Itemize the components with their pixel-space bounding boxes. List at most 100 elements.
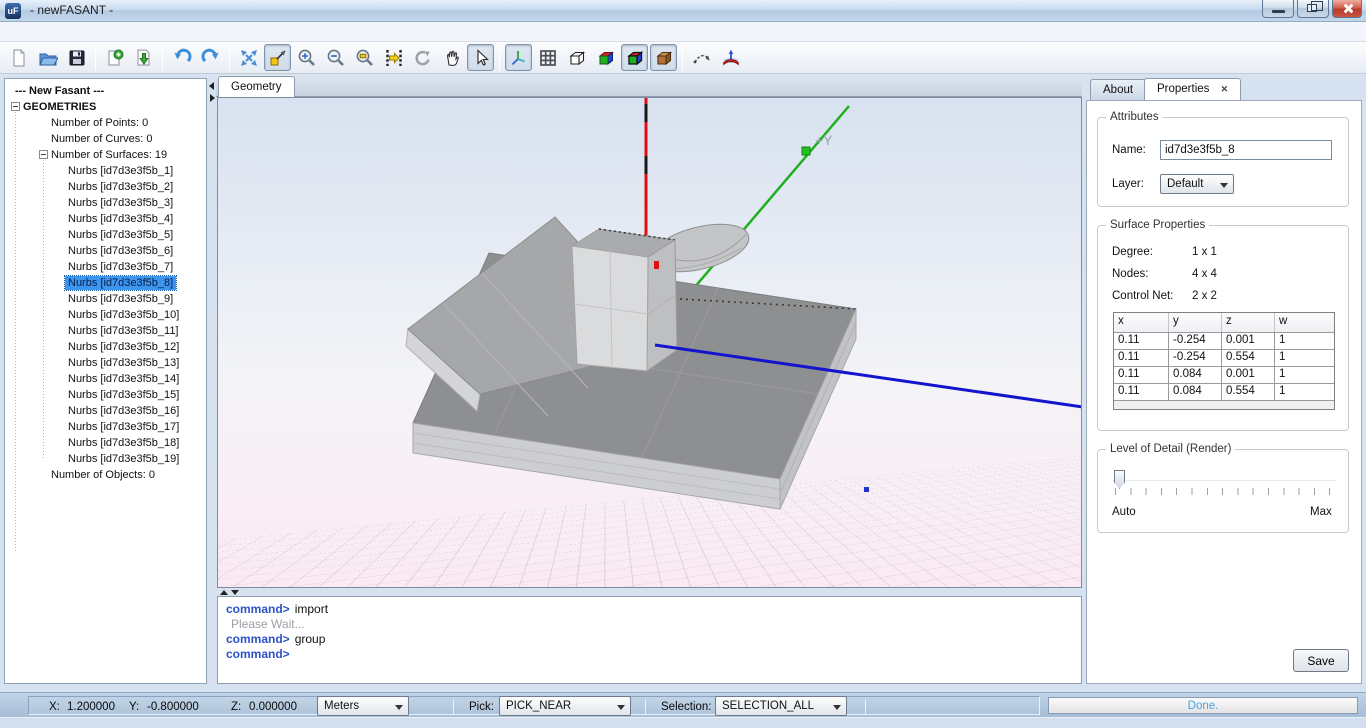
save-button[interactable]: Save: [1293, 649, 1349, 672]
tree-item-nurbs[interactable]: Nurbs [id7d3e3f5b_8]: [5, 275, 206, 291]
tab-geometry[interactable]: Geometry: [218, 76, 295, 98]
toolbar-separator: [229, 46, 230, 70]
col-x[interactable]: x: [1114, 313, 1169, 332]
viewport-3d[interactable]: +Y: [217, 97, 1082, 588]
import-icon[interactable]: [130, 44, 157, 71]
tree-item-nurbs[interactable]: Nurbs [id7d3e3f5b_6]: [5, 243, 206, 259]
close-button[interactable]: [1332, 0, 1362, 18]
tab-close-icon[interactable]: ✕: [1221, 84, 1229, 94]
save-icon[interactable]: [63, 44, 90, 71]
degree-value: 1 x 1: [1192, 246, 1217, 258]
tree-item-nurbs[interactable]: Nurbs [id7d3e3f5b_9]: [5, 291, 206, 307]
tree-item-nurbs[interactable]: Nurbs [id7d3e3f5b_1]: [5, 163, 206, 179]
tree-item-nurbs[interactable]: Nurbs [id7d3e3f5b_17]: [5, 419, 206, 435]
status-separator: [865, 699, 866, 714]
tree-item-nurbs[interactable]: Nurbs [id7d3e3f5b_19]: [5, 451, 206, 467]
units-select[interactable]: Meters: [317, 696, 409, 716]
table-row[interactable]: 0.11 -0.254 0.554 1: [1114, 350, 1334, 367]
add-geometry-icon[interactable]: [101, 44, 128, 71]
control-points-table[interactable]: x y z w 0.11 -0.254 0.001 1: [1113, 312, 1335, 410]
tree-item-nurbs[interactable]: Nurbs [id7d3e3f5b_10]: [5, 307, 206, 323]
expand-up-icon[interactable]: [220, 590, 228, 595]
textured-view-icon[interactable]: [650, 44, 677, 71]
new-file-icon[interactable]: [5, 44, 32, 71]
zoom-extents-icon[interactable]: [264, 44, 291, 71]
tree-item-nurbs[interactable]: Nurbs [id7d3e3f5b_12]: [5, 339, 206, 355]
wireframe-view-icon[interactable]: [563, 44, 590, 71]
tree-item-nurbs[interactable]: Nurbs [id7d3e3f5b_18]: [5, 435, 206, 451]
solid-view-icon[interactable]: [592, 44, 619, 71]
lod-slider-track[interactable]: [1112, 480, 1336, 481]
visibility-icon[interactable]: [380, 44, 407, 71]
pick-select[interactable]: PICK_NEAR: [499, 696, 631, 716]
restore-button[interactable]: [1297, 0, 1329, 18]
select-icon[interactable]: [467, 44, 494, 71]
menu-item[interactable]: [24, 30, 40, 34]
name-label: Name:: [1112, 144, 1146, 156]
pick-label: Pick:: [469, 701, 494, 713]
flat-view-icon[interactable]: [621, 44, 648, 71]
tab-properties[interactable]: Properties ✕: [1144, 78, 1241, 100]
zoom-out-icon[interactable]: [322, 44, 349, 71]
normals-icon[interactable]: [717, 44, 744, 71]
selection-select[interactable]: SELECTION_ALL: [715, 696, 847, 716]
menu-item[interactable]: [78, 30, 94, 34]
tree-item-nurbs[interactable]: Nurbs [id7d3e3f5b_5]: [5, 227, 206, 243]
tree-splitter[interactable]: [208, 78, 216, 684]
close-icon: [1342, 3, 1353, 14]
tree-item-nurbs[interactable]: Nurbs [id7d3e3f5b_2]: [5, 179, 206, 195]
rotate-view-icon[interactable]: [409, 44, 436, 71]
collapse-left-icon[interactable]: [209, 82, 214, 90]
tree-item-nurbs[interactable]: Nurbs [id7d3e3f5b_4]: [5, 211, 206, 227]
tree-item-nurbs[interactable]: Nurbs [id7d3e3f5b_16]: [5, 403, 206, 419]
tree-item-objects[interactable]: Number of Objects: 0: [51, 467, 155, 483]
tree-item-nurbs[interactable]: Nurbs [id7d3e3f5b_15]: [5, 387, 206, 403]
zoom-in-icon[interactable]: [293, 44, 320, 71]
command-console[interactable]: command>importPlease Wait...command>grou…: [217, 596, 1082, 684]
collapse-down-icon[interactable]: [231, 590, 239, 595]
tree-item-points[interactable]: Number of Points: 0: [51, 115, 148, 131]
fit-view-icon[interactable]: [235, 44, 262, 71]
minimize-button[interactable]: [1262, 0, 1294, 18]
tree-item-nurbs[interactable]: Nurbs [id7d3e3f5b_13]: [5, 355, 206, 371]
lod-group: Level of Detail (Render) Auto Max: [1097, 449, 1349, 533]
menu-item[interactable]: [42, 30, 58, 34]
tree-item-surfaces[interactable]: Number of Surfaces: 19: [51, 147, 167, 163]
coord-z-value: 0.000000: [249, 701, 297, 713]
col-y[interactable]: y: [1169, 313, 1222, 332]
col-w[interactable]: w: [1275, 313, 1330, 332]
table-row[interactable]: 0.11 0.084 0.001 1: [1114, 367, 1334, 384]
show-axes-icon[interactable]: [505, 44, 532, 71]
viewport-tabbar: Geometry: [216, 75, 1082, 97]
open-project-icon[interactable]: [34, 44, 61, 71]
table-row[interactable]: 0.11 0.084 0.554 1: [1114, 384, 1334, 401]
tree-root[interactable]: --- New Fasant ---: [15, 83, 104, 99]
layer-select[interactable]: Default: [1160, 174, 1234, 194]
lod-slider-thumb[interactable]: [1114, 470, 1125, 489]
zoom-window-icon[interactable]: [351, 44, 378, 71]
status-inset: X: 1.200000 Y: -0.800000 Z: 0.000000 Met…: [28, 696, 1040, 715]
tree-item-nurbs[interactable]: Nurbs [id7d3e3f5b_11]: [5, 323, 206, 339]
menu-item[interactable]: [6, 30, 22, 34]
table-row[interactable]: 0.11 -0.254 0.001 1: [1114, 333, 1334, 350]
col-z[interactable]: z: [1222, 313, 1275, 332]
undo-icon[interactable]: [168, 44, 195, 71]
pan-view-icon[interactable]: [438, 44, 465, 71]
collapse-icon[interactable]: [39, 150, 48, 159]
tree-item-curves[interactable]: Number of Curves: 0: [51, 131, 152, 147]
curvature-icon[interactable]: [688, 44, 715, 71]
collapse-icon[interactable]: [11, 102, 20, 111]
tree-item-geometries[interactable]: GEOMETRIES: [23, 99, 96, 115]
tree-item-nurbs[interactable]: Nurbs [id7d3e3f5b_14]: [5, 371, 206, 387]
expand-right-icon[interactable]: [210, 94, 215, 102]
tree-item-nurbs[interactable]: Nurbs [id7d3e3f5b_3]: [5, 195, 206, 211]
title-bar: uF - newFASANT -: [0, 0, 1366, 22]
menu-item[interactable]: [96, 30, 112, 34]
show-grid-icon[interactable]: [534, 44, 561, 71]
y-axis-handle[interactable]: [802, 147, 810, 155]
control-net-value: 2 x 2: [1192, 290, 1217, 302]
tree-item-nurbs[interactable]: Nurbs [id7d3e3f5b_7]: [5, 259, 206, 275]
name-field[interactable]: [1160, 140, 1332, 160]
redo-icon[interactable]: [197, 44, 224, 71]
menu-item[interactable]: [60, 30, 76, 34]
